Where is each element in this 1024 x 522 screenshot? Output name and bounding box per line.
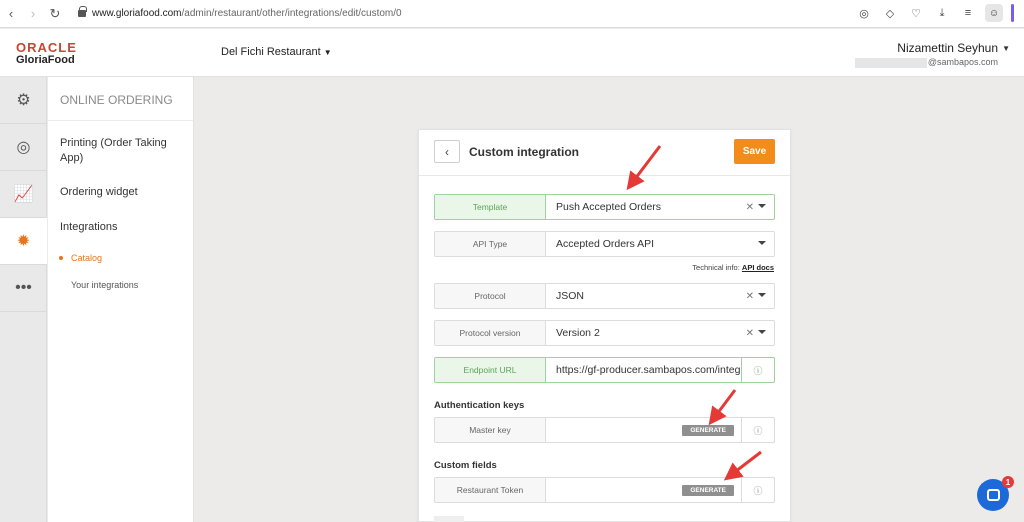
user-name: Nizamettin Seyhun (897, 41, 998, 55)
protocol-value: JSON (556, 290, 585, 302)
email-blur (854, 57, 927, 68)
protocol-version-field[interactable]: Protocol version Version 2 ✕ (434, 320, 775, 346)
download-icon[interactable]: ⤓ (933, 4, 951, 22)
page-title: Custom integration (469, 145, 579, 159)
chevron-down-icon: ▼ (323, 48, 332, 57)
logo[interactable]: ORACLE GloriaFood (16, 41, 77, 66)
sidebar-item-ordering-widget[interactable]: Ordering widget (48, 185, 150, 200)
logo-oracle: ORACLE (16, 40, 77, 55)
chevron-down-icon[interactable] (758, 241, 766, 245)
user-email: @sambapos.com (927, 57, 998, 67)
authentication-keys-heading: Authentication keys (434, 400, 525, 411)
protocol-version-label: Protocol version (435, 321, 546, 345)
url-domain: www.gloriafood.com (92, 8, 182, 19)
gears-icon[interactable]: ⚙ (0, 77, 47, 124)
template-field[interactable]: Template Push Accepted Orders ✕ (434, 194, 775, 220)
protocol-label: Protocol (435, 284, 546, 308)
chat-icon (986, 489, 1000, 501)
chat-badge: 1 (1002, 476, 1014, 488)
master-key-label: Master key (435, 418, 546, 442)
truncated-content (434, 516, 464, 522)
restaurant-selector[interactable]: Del Fichi Restaurant ▼ (221, 46, 332, 58)
api-type-label: API Type (435, 232, 546, 256)
sidebar-item-your-integrations[interactable]: Your integrations (48, 280, 138, 290)
logo-gloriafood: GloriaFood (16, 54, 75, 66)
custom-fields-heading: Custom fields (434, 460, 497, 471)
chart-icon[interactable]: 📈 (0, 171, 47, 218)
technical-info-label: Technical info: (692, 263, 740, 272)
reload-icon[interactable]: ↻ (44, 6, 66, 22)
restaurant-name: Del Fichi Restaurant (221, 46, 321, 58)
save-button[interactable]: Save (734, 139, 775, 164)
forward-arrow-icon[interactable]: › (22, 6, 44, 21)
technical-info: Technical info: API docs (692, 263, 774, 272)
sidebar-item-integrations[interactable]: Integrations (48, 220, 129, 235)
chevron-down-icon: ▼ (1002, 44, 1010, 53)
custom-integration-panel: ‹ Custom integration Save Template Push … (418, 129, 791, 522)
heart-icon[interactable]: ♡ (907, 4, 925, 22)
endpoint-url-input[interactable]: https://gf-producer.sambapos.com/integra (546, 358, 741, 382)
chevron-down-icon[interactable] (758, 293, 766, 297)
chevron-down-icon[interactable] (758, 204, 766, 208)
more-icon[interactable]: ••• (0, 265, 47, 312)
template-value: Push Accepted Orders (556, 201, 662, 213)
chat-button[interactable]: 1 (977, 476, 1014, 511)
clear-icon[interactable]: ✕ (746, 328, 754, 339)
protocol-version-value: Version 2 (556, 327, 600, 339)
api-docs-link[interactable]: API docs (742, 263, 774, 272)
endpoint-url-label: Endpoint URL (435, 358, 546, 382)
lock-icon (78, 6, 87, 17)
icon-rail: ⚙ ◎ 📈 ✹ ••• (0, 77, 47, 522)
sidebar-heading: ONLINE ORDERING (48, 77, 193, 121)
restaurant-token-field[interactable]: Restaurant Token GENERATE ⓘ (434, 477, 775, 503)
info-icon[interactable]: ⓘ (741, 358, 774, 382)
address-bar[interactable]: www.gloriafood.com/admin/restaurant/othe… (92, 8, 402, 19)
shield-icon[interactable]: ◇ (881, 4, 899, 22)
endpoint-url-field[interactable]: Endpoint URL https://gf-producer.sambapo… (434, 357, 775, 383)
api-type-value: Accepted Orders API (556, 238, 655, 250)
integrations-icon[interactable]: ✹ (0, 218, 47, 265)
url-path: /admin/restaurant/other/integrations/edi… (181, 8, 402, 19)
master-key-field[interactable]: Master key GENERATE ⓘ (434, 417, 775, 443)
protocol-field[interactable]: Protocol JSON ✕ (434, 283, 775, 309)
back-arrow-icon[interactable]: ‹ (0, 6, 22, 21)
restaurant-token-label: Restaurant Token (435, 478, 546, 502)
camera-icon[interactable]: ◎ (855, 4, 873, 22)
info-icon[interactable]: ⓘ (741, 478, 774, 502)
chevron-left-icon: ‹ (445, 144, 449, 159)
chevron-down-icon[interactable] (758, 330, 766, 334)
generate-restaurant-token-button[interactable]: GENERATE (682, 485, 734, 496)
sidebar-item-printing[interactable]: Printing (Order Taking App) (48, 136, 193, 166)
back-button[interactable]: ‹ (434, 140, 460, 163)
clear-icon[interactable]: ✕ (746, 291, 754, 302)
browser-toolbar: ‹ › ↻ www.gloriafood.com/admin/restauran… (0, 0, 1024, 28)
api-type-field[interactable]: API Type Accepted Orders API (434, 231, 775, 257)
user-menu[interactable]: Nizamettin Seyhun @sambapos.com ▼ (854, 41, 1010, 68)
info-icon[interactable]: ⓘ (741, 418, 774, 442)
target-icon[interactable]: ◎ (0, 124, 47, 171)
menu-icon[interactable]: ≡ (959, 4, 977, 22)
sidebar-item-catalog[interactable]: Catalog (48, 253, 102, 263)
sidebar: ONLINE ORDERING Printing (Order Taking A… (48, 77, 194, 522)
generate-master-key-button[interactable]: GENERATE (682, 425, 734, 436)
sidebar-toggle-icon[interactable] (1011, 4, 1014, 22)
clear-icon[interactable]: ✕ (746, 202, 754, 213)
profile-icon[interactable]: ☺ (985, 4, 1003, 22)
template-label: Template (435, 195, 546, 219)
